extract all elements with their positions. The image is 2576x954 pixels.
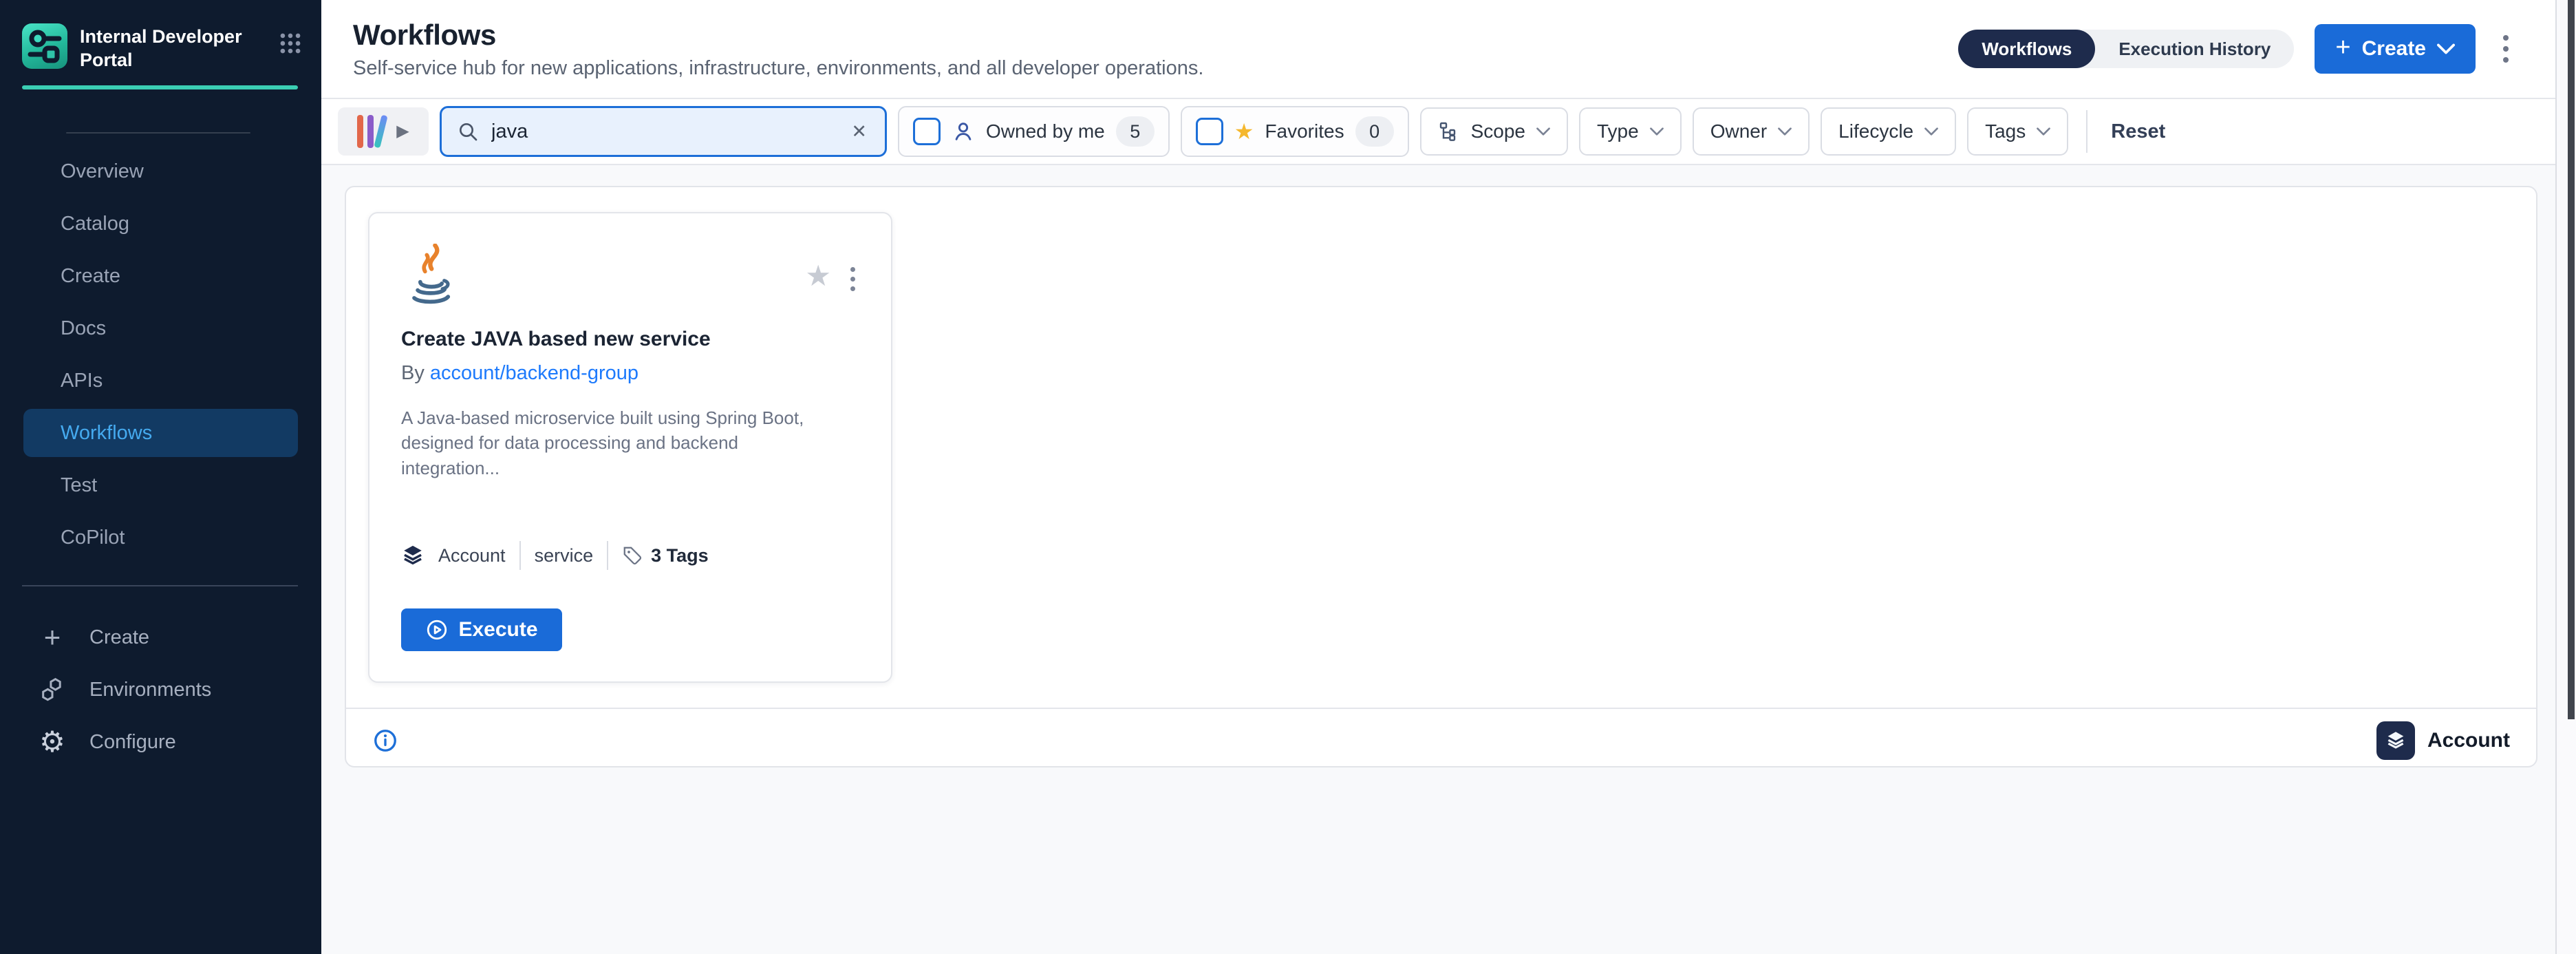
views-bars-icon [357,115,384,148]
chevron-down-icon [2037,127,2050,136]
owned-by-me-filter[interactable]: Owned by me 5 [898,106,1170,157]
workflow-title: Create JAVA based new service [401,328,859,351]
workflow-scope: Account [438,545,506,566]
chevron-down-icon [1924,127,1938,136]
more-options-icon[interactable] [2496,28,2515,70]
chevron-down-icon [1778,127,1792,136]
search-box: ✕ [440,106,887,157]
account-scope-badge[interactable]: Account [2376,721,2510,760]
sidebar-footer: + Create Environments ⚙ Configure [0,611,321,768]
sidebar-divider [22,585,298,586]
person-icon [952,120,975,143]
scope-dropdown[interactable]: Scope [1420,107,1568,156]
scrollbar-track[interactable] [2555,0,2576,954]
workflow-meta-row: Account service 3 Tags [401,541,859,570]
sidebar-item-workflows[interactable]: Workflows [23,409,298,457]
page-subtitle: Self-service hub for new applications, i… [353,57,1203,80]
app-switcher-icon[interactable] [277,30,303,60]
tree-icon [1438,120,1460,142]
chevron-down-icon [1536,127,1550,136]
card-top-row: ★ [401,244,859,310]
view-toggle: Workflows Execution History [1958,30,2294,68]
sidebar: Internal Developer Portal Overview Catal… [0,0,321,954]
sidebar-item-configure[interactable]: ⚙ Configure [23,716,298,768]
play-circle-icon [425,618,449,642]
workflow-type: service [535,545,594,566]
clear-search-icon[interactable]: ✕ [848,118,870,145]
workflows-panel: ★ Create JAVA based new service By accou… [345,186,2537,767]
brand: Internal Developer Portal [0,0,321,72]
saved-views-button[interactable]: ▶ [338,107,429,156]
card-actions: ★ [805,244,859,297]
star-icon: ★ [1234,120,1254,142]
workflow-description: A Java-based microservice built using Sp… [401,405,841,480]
sidebar-item-docs[interactable]: Docs [23,304,298,352]
lifecycle-dropdown[interactable]: Lifecycle [1821,107,1956,156]
owner-dropdown[interactable]: Owner [1693,107,1810,156]
tag-icon [622,545,643,566]
execute-button[interactable]: Execute [401,608,562,651]
search-icon [457,120,479,142]
brand-accent-divider [22,85,298,89]
create-button[interactable]: + Create [2315,24,2476,74]
tab-execution-history[interactable]: Execution History [2095,30,2294,68]
workflow-tags[interactable]: 3 Tags [622,545,709,566]
plus-icon: + [37,623,67,652]
java-logo-icon [401,244,460,310]
page-header: Workflows Self-service hub for new appli… [321,0,2576,99]
sidebar-item-catalog[interactable]: Catalog [23,200,298,248]
owned-by-me-checkbox[interactable] [913,118,941,145]
type-dropdown[interactable]: Type [1579,107,1682,156]
workflow-card[interactable]: ★ Create JAVA based new service By accou… [368,212,892,683]
chevron-down-icon [2437,43,2455,54]
filter-divider [2086,110,2087,153]
favorites-filter[interactable]: ★ Favorites 0 [1181,106,1409,157]
owned-by-me-count: 5 [1116,116,1155,147]
expand-triangle-icon: ▶ [396,123,409,140]
page-header-text: Workflows Self-service hub for new appli… [353,19,1203,80]
tab-workflows[interactable]: Workflows [1958,30,2095,68]
portal-logo-icon [22,23,67,69]
chevron-down-icon [1650,127,1664,136]
hexagons-icon [37,675,67,704]
sidebar-item-overview[interactable]: Overview [23,147,298,195]
sidebar-item-copilot[interactable]: CoPilot [23,513,298,562]
tags-dropdown[interactable]: Tags [1967,107,2068,156]
main-area: Workflows Self-service hub for new appli… [321,0,2576,954]
info-icon[interactable] [372,728,398,754]
workflow-byline: By account/backend-group [401,362,859,385]
account-layers-icon [2376,721,2415,760]
gear-icon: ⚙ [37,728,67,756]
header-actions: Workflows Execution History + Create [1958,24,2515,74]
search-input[interactable] [490,120,837,144]
sidebar-item-apis[interactable]: APIs [23,357,298,405]
nav-top-divider [66,132,250,134]
workflows-grid: ★ Create JAVA based new service By accou… [346,187,2536,708]
favorite-star-icon[interactable]: ★ [805,262,831,290]
sidebar-item-create-action[interactable]: + Create [23,611,298,664]
card-more-options-icon[interactable] [846,262,859,297]
owner-group-link[interactable]: account/backend-group [430,362,638,384]
brand-title: Internal Developer Portal [80,23,260,72]
layers-icon [401,544,425,567]
plus-icon: + [2335,34,2350,61]
panel-footer: Account [346,708,2536,767]
sidebar-item-test[interactable]: Test [23,461,298,509]
favorites-count: 0 [1355,116,1394,147]
scrollbar-thumb[interactable] [2568,0,2575,719]
sidebar-nav: Overview Catalog Create Docs APIs Workfl… [0,143,321,562]
favorites-checkbox[interactable] [1196,118,1223,145]
reset-filters-button[interactable]: Reset [2105,120,2171,143]
filter-bar: ▶ ✕ Owned by me 5 ★ Favorites 0 [321,99,2576,165]
page-title: Workflows [353,19,1203,52]
sidebar-item-environments[interactable]: Environments [23,664,298,716]
sidebar-item-create[interactable]: Create [23,252,298,300]
content-area: ★ Create JAVA based new service By accou… [321,167,2576,954]
